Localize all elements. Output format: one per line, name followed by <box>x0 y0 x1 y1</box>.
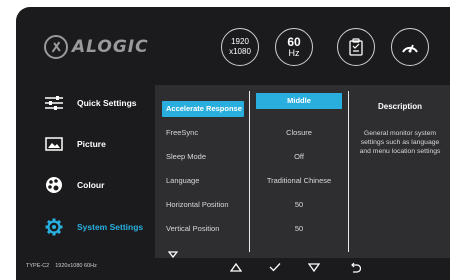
back-icon[interactable] <box>348 260 364 274</box>
value-sleep-mode[interactable]: Off <box>256 149 342 165</box>
resolution-width: 1920 <box>231 37 249 46</box>
description-title: Description <box>377 102 422 111</box>
palette-icon <box>44 176 64 194</box>
column-divider <box>348 91 349 252</box>
value-language[interactable]: Traditional Chinese <box>256 173 342 189</box>
display-mode: 1920x1080 60Hz <box>55 263 97 269</box>
sidebar-item-colour[interactable]: Colour <box>44 173 104 197</box>
refresh-rate-unit: Hz <box>288 48 300 58</box>
value-horizontal-position[interactable]: 50 <box>256 197 342 213</box>
menu-item-horizontal-position[interactable]: Horizontal Position <box>162 197 244 213</box>
value-freesync[interactable]: Closure <box>256 125 342 141</box>
refresh-rate-value: 60 <box>287 35 301 49</box>
scroll-down-icon[interactable] <box>167 245 179 263</box>
picture-icon <box>44 135 64 153</box>
monitor-osd: ALOGIC 1920 x1080 60 Hz Quick Settings P… <box>16 7 450 280</box>
sliders-icon <box>44 94 64 112</box>
menu-item-sleep-mode[interactable]: Sleep Mode <box>162 149 244 165</box>
sidebar-item-label: System Settings <box>77 222 144 232</box>
brand-logo: ALOGIC <box>44 35 149 59</box>
sidebar-item-label: Quick Settings <box>77 98 137 108</box>
menu-item-accelerate-response[interactable]: Accelerate Response <box>162 101 244 117</box>
sidebar-item-label: Colour <box>77 180 105 190</box>
sidebar-item-quick-settings[interactable]: Quick Settings <box>44 91 137 115</box>
sidebar-item-label: Picture <box>77 139 106 149</box>
column-divider <box>249 91 250 252</box>
refresh-rate-indicator: 60 Hz <box>275 28 313 66</box>
value-accelerate-response[interactable]: Middle <box>256 93 342 109</box>
menu-item-vertical-position[interactable]: Vertical Position <box>162 221 244 237</box>
input-source: TYPE-C2 <box>26 263 50 269</box>
value-vertical-position[interactable]: 50 <box>256 221 342 237</box>
up-icon[interactable] <box>228 260 244 274</box>
logo-text: ALOGIC <box>72 37 149 57</box>
sidebar-item-system-settings[interactable]: System Settings <box>44 215 143 239</box>
input-status: TYPE-C2 1920x1080 60Hz <box>26 263 97 269</box>
resolution-indicator: 1920 x1080 <box>221 28 259 66</box>
menu-item-freesync[interactable]: FreeSync <box>162 125 244 141</box>
settings-panel: Accelerate Response FreeSync Sleep Mode … <box>155 85 450 259</box>
sidebar-item-picture[interactable]: Picture <box>44 132 106 156</box>
resolution-height: x1080 <box>229 47 251 56</box>
speedometer-icon[interactable] <box>391 28 429 66</box>
logo-mark-icon <box>44 35 68 59</box>
down-icon[interactable] <box>306 260 322 274</box>
check-icon[interactable] <box>267 260 283 274</box>
menu-item-language[interactable]: Language <box>162 173 244 189</box>
gear-icon <box>44 218 64 236</box>
description-text: General monitor system settings such as … <box>359 130 441 155</box>
clipboard-check-icon[interactable] <box>337 28 375 66</box>
